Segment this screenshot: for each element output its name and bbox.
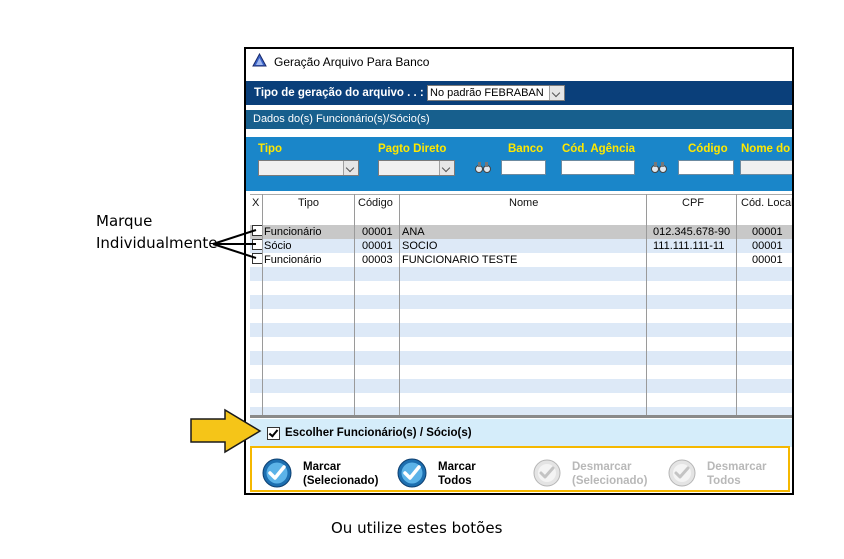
- yellow-arrow-icon: [190, 408, 262, 454]
- annotation-overlay: [190, 229, 262, 454]
- pointer-line-icon: [212, 229, 257, 245]
- pointer-line-icon: [212, 243, 257, 259]
